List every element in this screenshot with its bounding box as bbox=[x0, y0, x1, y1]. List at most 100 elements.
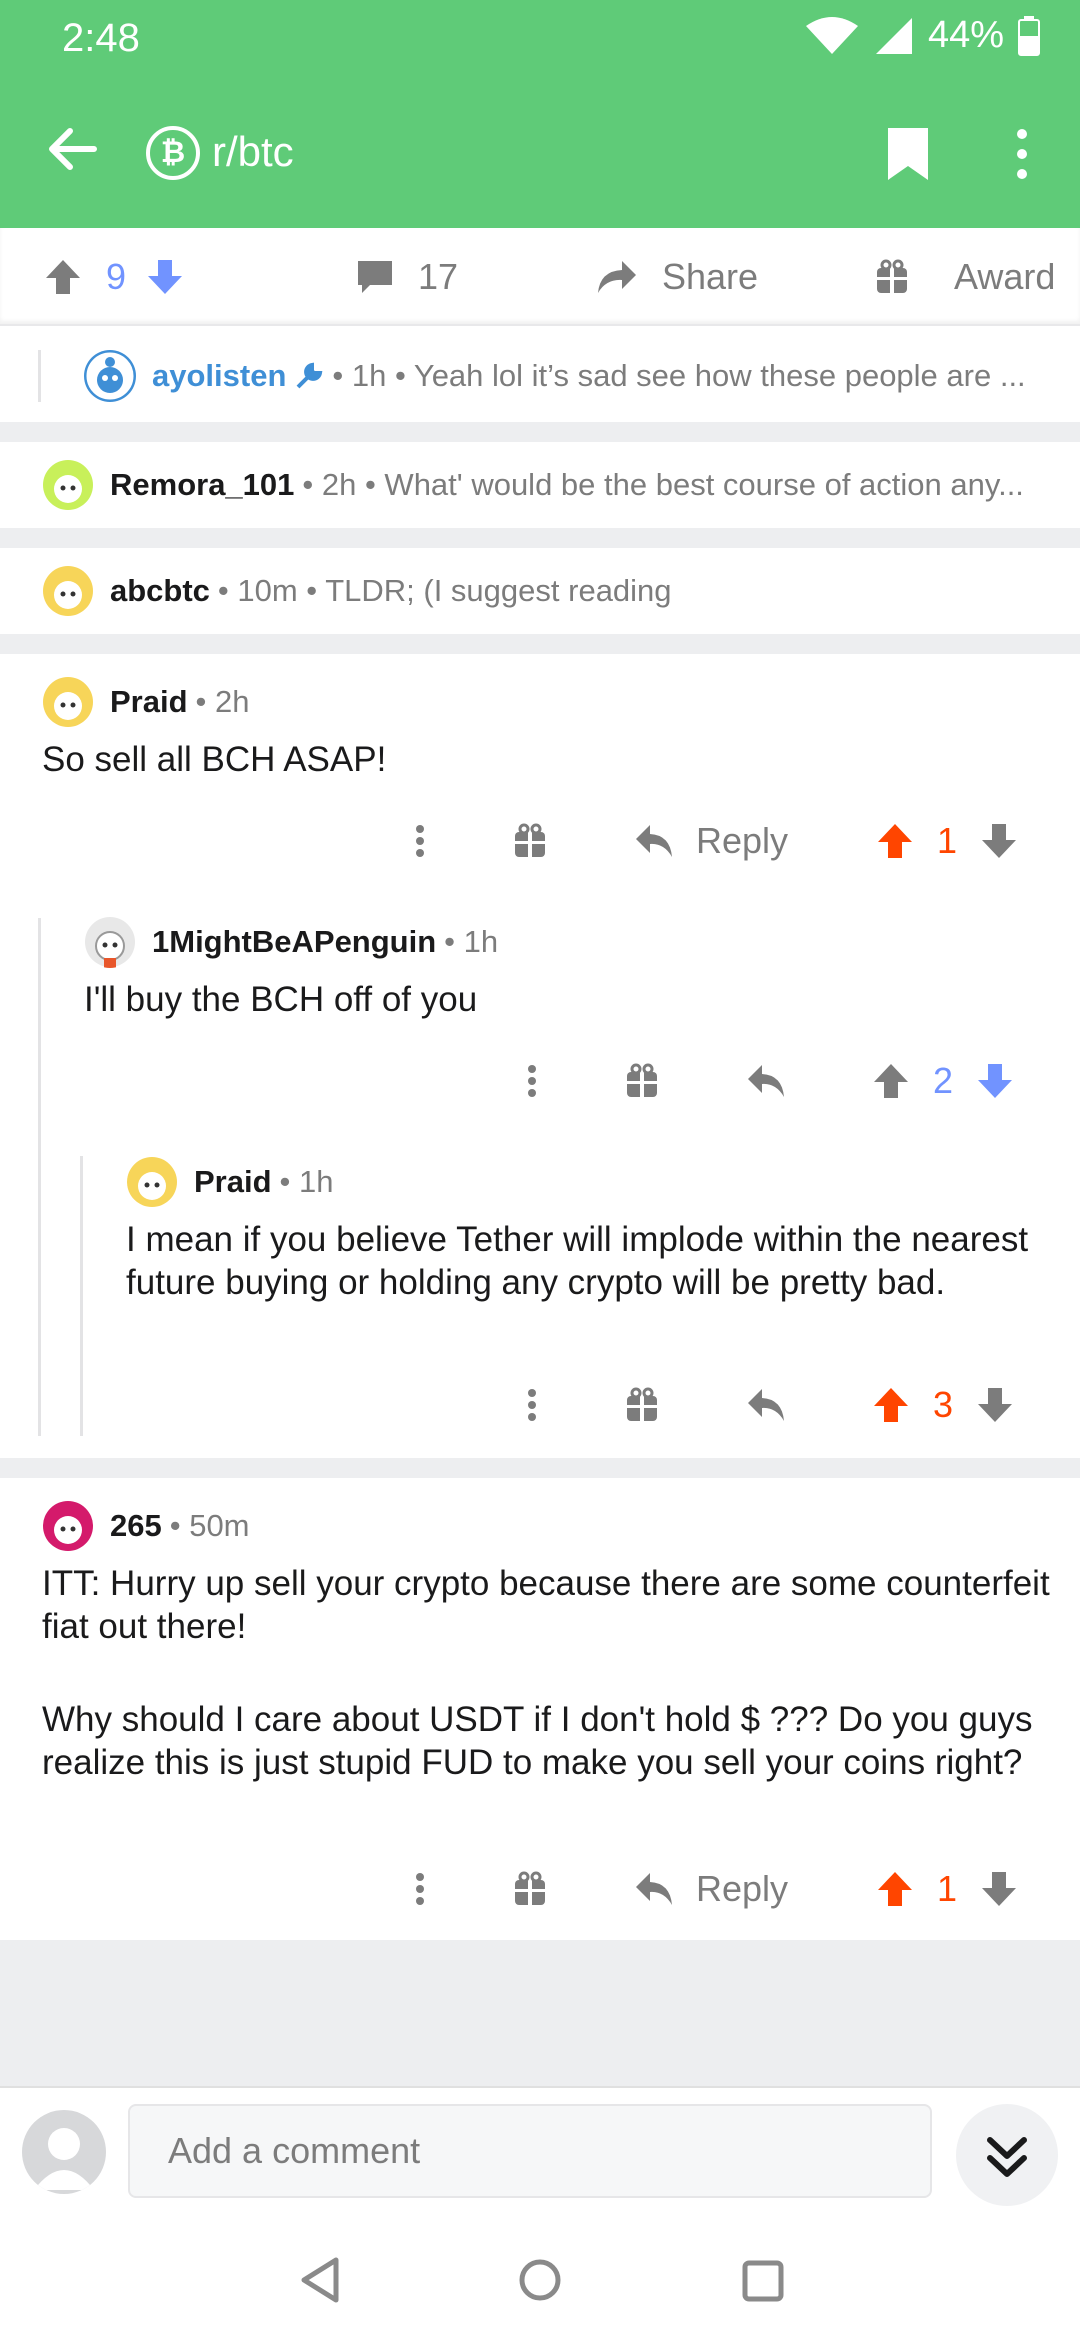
collapsed-preview: • 1h • Yeah lol it’s sad see how these p… bbox=[332, 358, 1026, 393]
comment-author[interactable]: Praid bbox=[194, 1164, 272, 1200]
avatar[interactable] bbox=[42, 676, 94, 728]
wrench-icon bbox=[294, 361, 324, 391]
comment-author[interactable]: abcbtc bbox=[110, 573, 210, 609]
status-time: 2:48 bbox=[62, 16, 140, 60]
avatar bbox=[84, 350, 136, 402]
upvote-icon[interactable] bbox=[872, 1062, 910, 1100]
reply-icon bbox=[748, 1389, 784, 1421]
back-button[interactable] bbox=[42, 118, 104, 180]
reply-icon bbox=[748, 1065, 784, 1097]
gift-icon[interactable] bbox=[624, 1063, 660, 1099]
comment-actions: 2 bbox=[512, 1046, 1014, 1116]
reply-icon bbox=[636, 825, 672, 857]
back-arrow-icon bbox=[49, 128, 97, 170]
downvote-icon[interactable] bbox=[146, 258, 184, 296]
divider bbox=[0, 422, 1080, 442]
thread-end-spacer bbox=[0, 1940, 1080, 2086]
gift-icon[interactable] bbox=[624, 1387, 660, 1423]
downvote-icon[interactable] bbox=[980, 1870, 1018, 1908]
divider bbox=[0, 1458, 1080, 1478]
reply-button[interactable] bbox=[746, 1063, 786, 1099]
status-icons: 44% bbox=[804, 14, 1040, 57]
nav-recents-icon[interactable] bbox=[742, 2260, 784, 2302]
thread-indent-line bbox=[80, 1156, 83, 1436]
vote-count: 3 bbox=[932, 1384, 954, 1425]
bookmark-button[interactable] bbox=[886, 126, 930, 182]
subreddit-name[interactable]: r/btc bbox=[212, 128, 294, 176]
comment-body: So sell all BCH ASAP! bbox=[42, 740, 387, 779]
comment-header: Praid • 2h bbox=[42, 676, 249, 728]
comment-author[interactable]: 265 bbox=[110, 1508, 162, 1544]
comment-body: I'll buy the BCH off of you bbox=[84, 980, 478, 1019]
upvote-icon[interactable] bbox=[876, 822, 914, 860]
comment-time: • 1h bbox=[444, 924, 499, 959]
comment-composer: Add a comment bbox=[0, 2086, 1080, 2220]
subreddit-icon[interactable]: ₿ bbox=[146, 126, 200, 180]
downvote-icon[interactable] bbox=[980, 822, 1018, 860]
double-chevron-down-icon bbox=[987, 2137, 1027, 2177]
comment-author[interactable]: Remora_101 bbox=[110, 467, 294, 503]
gift-icon[interactable] bbox=[512, 823, 548, 859]
downvote-icon[interactable] bbox=[976, 1062, 1014, 1100]
comment-author[interactable]: Praid bbox=[110, 684, 188, 720]
comment-header: 265 • 50m bbox=[42, 1500, 250, 1552]
divider bbox=[0, 528, 1080, 548]
more-vertical-icon[interactable] bbox=[400, 1869, 440, 1909]
battery-percent: 44% bbox=[927, 14, 1004, 56]
collapsed-preview: • 2h • What' would be the best course of… bbox=[302, 467, 1024, 502]
avatar[interactable] bbox=[84, 916, 136, 968]
battery-icon bbox=[1018, 15, 1040, 56]
reply-icon bbox=[636, 1873, 672, 1905]
vote-count: 1 bbox=[937, 820, 958, 861]
upvote-icon[interactable] bbox=[876, 1870, 914, 1908]
collapse-threads-button[interactable] bbox=[956, 2104, 1058, 2206]
downvote-icon[interactable] bbox=[976, 1386, 1014, 1424]
more-vertical-icon[interactable] bbox=[512, 1385, 552, 1425]
add-comment-input[interactable]: Add a comment bbox=[128, 2104, 932, 2198]
signal-icon bbox=[874, 16, 914, 56]
collapsed-preview: • 10m • TLDR; (I suggest reading bbox=[217, 573, 672, 608]
share-icon bbox=[596, 259, 638, 295]
more-vertical-icon[interactable] bbox=[512, 1061, 552, 1101]
comment-author[interactable]: 1MightBeAPenguin bbox=[152, 924, 436, 960]
comment-body-paragraph: ITT: Hurry up sell your crypto because t… bbox=[42, 1564, 1050, 1646]
nav-home-icon[interactable] bbox=[518, 2258, 562, 2302]
reply-button[interactable]: Reply bbox=[634, 820, 788, 862]
upvote-icon[interactable] bbox=[44, 258, 82, 296]
divider bbox=[0, 634, 1080, 654]
avatar[interactable] bbox=[42, 1500, 94, 1552]
thread-indent-line bbox=[38, 350, 41, 402]
more-vertical-icon[interactable] bbox=[400, 821, 440, 861]
collapsed-comment[interactable]: ayolisten • 1h • Yeah lol it’s sad see h… bbox=[0, 330, 1080, 422]
nav-back-icon[interactable] bbox=[298, 2256, 342, 2304]
comment-actions: Reply 1 bbox=[400, 806, 1018, 876]
user-placeholder-icon bbox=[34, 2128, 94, 2190]
bookmark-icon bbox=[888, 128, 928, 180]
comment-author[interactable]: ayolisten bbox=[152, 358, 286, 394]
collapsed-comment[interactable]: abcbtc • 10m • TLDR; (I suggest reading bbox=[0, 548, 1080, 634]
reply-label: Reply bbox=[696, 820, 789, 861]
gift-icon bbox=[874, 259, 910, 295]
avatar bbox=[43, 460, 93, 510]
vote-count: 1 bbox=[937, 1868, 958, 1909]
gift-icon[interactable] bbox=[512, 1871, 548, 1907]
more-vertical-icon bbox=[1017, 129, 1027, 179]
comments-button[interactable]: 17 bbox=[356, 228, 458, 326]
comment-body-paragraph: Why should I care about USDT if I don't … bbox=[42, 1700, 1033, 1782]
post-vote-group: 9 bbox=[44, 228, 184, 326]
system-nav-bar bbox=[0, 2220, 1080, 2340]
comment-header: Praid • 1h bbox=[126, 1156, 333, 1208]
comment-actions: 3 bbox=[512, 1370, 1014, 1440]
reply-button[interactable]: Reply bbox=[634, 1868, 788, 1910]
share-button[interactable]: Share bbox=[596, 228, 758, 326]
reply-button[interactable] bbox=[746, 1387, 786, 1423]
user-avatar[interactable] bbox=[22, 2110, 106, 2194]
more-options-button[interactable] bbox=[1004, 124, 1040, 184]
avatar[interactable] bbox=[126, 1156, 178, 1208]
comments-count: 17 bbox=[418, 256, 459, 297]
comment-icon bbox=[356, 259, 394, 295]
award-button[interactable]: Award bbox=[874, 228, 1055, 326]
upvote-icon[interactable] bbox=[872, 1386, 910, 1424]
award-label: Award bbox=[954, 256, 1056, 297]
collapsed-comment[interactable]: Remora_101 • 2h • What' would be the bes… bbox=[0, 442, 1080, 528]
